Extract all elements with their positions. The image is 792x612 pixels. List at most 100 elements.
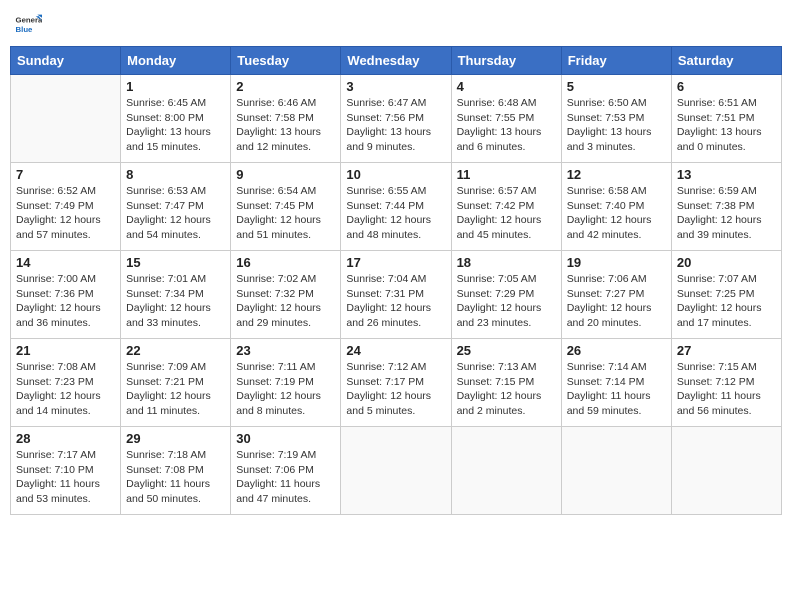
day-number: 27 (677, 343, 776, 358)
day-info: Sunrise: 7:04 AM Sunset: 7:31 PM Dayligh… (346, 272, 445, 331)
week-row-2: 7Sunrise: 6:52 AM Sunset: 7:49 PM Daylig… (11, 163, 782, 251)
calendar-cell: 28 Sunrise: 7:17 AM Sunset: 7:10 PM Dayli… (11, 427, 121, 515)
calendar-header-friday: Friday (561, 47, 671, 75)
day-info: Sunrise: 7:05 AM Sunset: 7:29 PM Dayligh… (457, 272, 556, 331)
day-info: Sunrise: 6:53 AM Sunset: 7:47 PM Dayligh… (126, 184, 225, 243)
calendar-cell: 13 Sunrise: 6:59 AM Sunset: 7:38 PM Dayli… (671, 163, 781, 251)
day-number: 23 (236, 343, 335, 358)
calendar-cell (671, 427, 781, 515)
calendar-cell: 6 Sunrise: 6:51 AM Sunset: 7:51 PM Daylig… (671, 75, 781, 163)
day-number: 18 (457, 255, 556, 270)
calendar-cell: 14Sunrise: 7:00 AM Sunset: 7:36 PM Dayli… (11, 251, 121, 339)
day-number: 9 (236, 167, 335, 182)
day-number: 11 (457, 167, 556, 182)
day-info: Sunrise: 6:51 AM Sunset: 7:51 PM Dayligh… (677, 96, 776, 155)
day-info: Sunrise: 7:07 AM Sunset: 7:25 PM Dayligh… (677, 272, 776, 331)
day-number: 1 (126, 79, 225, 94)
day-info: Sunrise: 7:00 AM Sunset: 7:36 PM Dayligh… (16, 272, 115, 331)
calendar-cell: 15 Sunrise: 7:01 AM Sunset: 7:34 PM Dayli… (121, 251, 231, 339)
week-row-1: 1 Sunrise: 6:45 AM Sunset: 8:00 PM Daylig… (11, 75, 782, 163)
day-number: 2 (236, 79, 335, 94)
week-row-5: 28 Sunrise: 7:17 AM Sunset: 7:10 PM Dayli… (11, 427, 782, 515)
day-number: 5 (567, 79, 666, 94)
day-info: Sunrise: 7:14 AM Sunset: 7:14 PM Dayligh… (567, 360, 666, 419)
day-number: 8 (126, 167, 225, 182)
day-info: Sunrise: 7:06 AM Sunset: 7:27 PM Dayligh… (567, 272, 666, 331)
day-info: Sunrise: 6:57 AM Sunset: 7:42 PM Dayligh… (457, 184, 556, 243)
day-number: 30 (236, 431, 335, 446)
day-info: Sunrise: 6:48 AM Sunset: 7:55 PM Dayligh… (457, 96, 556, 155)
day-number: 26 (567, 343, 666, 358)
day-info: Sunrise: 7:11 AM Sunset: 7:19 PM Dayligh… (236, 360, 335, 419)
logo: General Blue (14, 10, 46, 38)
calendar-header-wednesday: Wednesday (341, 47, 451, 75)
calendar-cell: 23 Sunrise: 7:11 AM Sunset: 7:19 PM Dayli… (231, 339, 341, 427)
day-info: Sunrise: 7:13 AM Sunset: 7:15 PM Dayligh… (457, 360, 556, 419)
day-number: 24 (346, 343, 445, 358)
day-number: 16 (236, 255, 335, 270)
calendar-header-monday: Monday (121, 47, 231, 75)
calendar-cell: 29 Sunrise: 7:18 AM Sunset: 7:08 PM Dayli… (121, 427, 231, 515)
calendar-table: SundayMondayTuesdayWednesdayThursdayFrid… (10, 46, 782, 515)
calendar-cell: 24 Sunrise: 7:12 AM Sunset: 7:17 PM Dayli… (341, 339, 451, 427)
day-info: Sunrise: 6:55 AM Sunset: 7:44 PM Dayligh… (346, 184, 445, 243)
day-number: 7 (16, 167, 115, 182)
calendar-cell: 18 Sunrise: 7:05 AM Sunset: 7:29 PM Dayli… (451, 251, 561, 339)
day-number: 13 (677, 167, 776, 182)
calendar-cell: 19 Sunrise: 7:06 AM Sunset: 7:27 PM Dayli… (561, 251, 671, 339)
day-info: Sunrise: 7:15 AM Sunset: 7:12 PM Dayligh… (677, 360, 776, 419)
day-info: Sunrise: 6:58 AM Sunset: 7:40 PM Dayligh… (567, 184, 666, 243)
logo-icon: General Blue (14, 10, 42, 38)
svg-text:Blue: Blue (16, 25, 34, 34)
day-number: 3 (346, 79, 445, 94)
day-info: Sunrise: 7:12 AM Sunset: 7:17 PM Dayligh… (346, 360, 445, 419)
calendar-cell: 26 Sunrise: 7:14 AM Sunset: 7:14 PM Dayli… (561, 339, 671, 427)
calendar-cell: 5Sunrise: 6:50 AM Sunset: 7:53 PM Daylig… (561, 75, 671, 163)
calendar-cell: 10 Sunrise: 6:55 AM Sunset: 7:44 PM Dayli… (341, 163, 451, 251)
calendar-cell: 7Sunrise: 6:52 AM Sunset: 7:49 PM Daylig… (11, 163, 121, 251)
calendar-header-tuesday: Tuesday (231, 47, 341, 75)
calendar-cell: 2 Sunrise: 6:46 AM Sunset: 7:58 PM Daylig… (231, 75, 341, 163)
calendar-header-thursday: Thursday (451, 47, 561, 75)
day-number: 28 (16, 431, 115, 446)
calendar-header-row: SundayMondayTuesdayWednesdayThursdayFrid… (11, 47, 782, 75)
calendar-cell: 27 Sunrise: 7:15 AM Sunset: 7:12 PM Dayli… (671, 339, 781, 427)
day-info: Sunrise: 6:45 AM Sunset: 8:00 PM Dayligh… (126, 96, 225, 155)
calendar-cell: 12 Sunrise: 6:58 AM Sunset: 7:40 PM Dayli… (561, 163, 671, 251)
day-info: Sunrise: 7:17 AM Sunset: 7:10 PM Dayligh… (16, 448, 115, 507)
calendar-cell: 20 Sunrise: 7:07 AM Sunset: 7:25 PM Dayli… (671, 251, 781, 339)
day-number: 6 (677, 79, 776, 94)
day-number: 25 (457, 343, 556, 358)
day-number: 22 (126, 343, 225, 358)
calendar-cell: 3 Sunrise: 6:47 AM Sunset: 7:56 PM Daylig… (341, 75, 451, 163)
calendar-cell: 22 Sunrise: 7:09 AM Sunset: 7:21 PM Dayli… (121, 339, 231, 427)
calendar-cell: 25 Sunrise: 7:13 AM Sunset: 7:15 PM Dayli… (451, 339, 561, 427)
calendar-cell: 17Sunrise: 7:04 AM Sunset: 7:31 PM Dayli… (341, 251, 451, 339)
day-number: 4 (457, 79, 556, 94)
calendar-cell: 16Sunrise: 7:02 AM Sunset: 7:32 PM Dayli… (231, 251, 341, 339)
day-info: Sunrise: 7:18 AM Sunset: 7:08 PM Dayligh… (126, 448, 225, 507)
day-info: Sunrise: 6:46 AM Sunset: 7:58 PM Dayligh… (236, 96, 335, 155)
day-number: 15 (126, 255, 225, 270)
day-number: 12 (567, 167, 666, 182)
calendar-cell: 9Sunrise: 6:54 AM Sunset: 7:45 PM Daylig… (231, 163, 341, 251)
day-info: Sunrise: 7:09 AM Sunset: 7:21 PM Dayligh… (126, 360, 225, 419)
day-info: Sunrise: 6:59 AM Sunset: 7:38 PM Dayligh… (677, 184, 776, 243)
calendar-cell: 30 Sunrise: 7:19 AM Sunset: 7:06 PM Dayli… (231, 427, 341, 515)
day-info: Sunrise: 7:01 AM Sunset: 7:34 PM Dayligh… (126, 272, 225, 331)
calendar-cell (341, 427, 451, 515)
calendar-cell: 11 Sunrise: 6:57 AM Sunset: 7:42 PM Dayli… (451, 163, 561, 251)
day-number: 19 (567, 255, 666, 270)
calendar-cell: 8 Sunrise: 6:53 AM Sunset: 7:47 PM Daylig… (121, 163, 231, 251)
day-number: 29 (126, 431, 225, 446)
day-info: Sunrise: 7:08 AM Sunset: 7:23 PM Dayligh… (16, 360, 115, 419)
calendar-cell: 4 Sunrise: 6:48 AM Sunset: 7:55 PM Daylig… (451, 75, 561, 163)
calendar-cell (451, 427, 561, 515)
day-number: 21 (16, 343, 115, 358)
day-info: Sunrise: 7:19 AM Sunset: 7:06 PM Dayligh… (236, 448, 335, 507)
page-header: General Blue (10, 10, 782, 38)
day-number: 10 (346, 167, 445, 182)
day-info: Sunrise: 6:47 AM Sunset: 7:56 PM Dayligh… (346, 96, 445, 155)
day-number: 20 (677, 255, 776, 270)
calendar-cell (561, 427, 671, 515)
